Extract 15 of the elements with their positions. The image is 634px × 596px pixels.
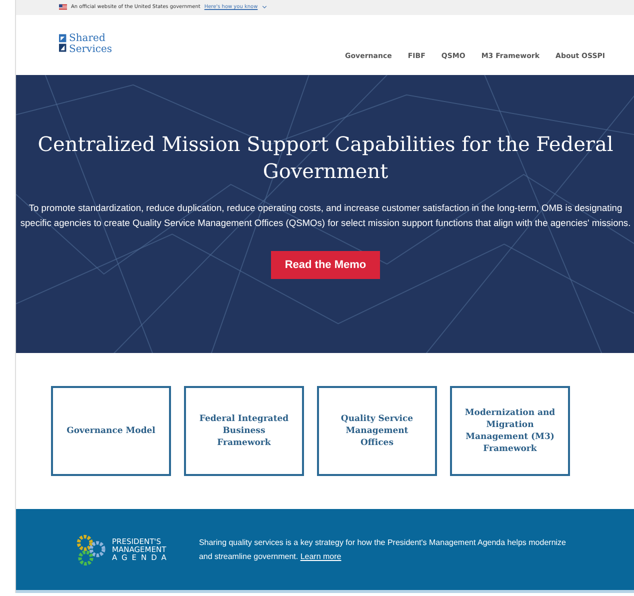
logo-text: Shared: [69, 32, 106, 44]
learn-more-link[interactable]: Learn more: [300, 552, 342, 561]
hero-text: To promote standardization, reduce duplication, reduce operating costs, and increase customer satisfaction in the long-term, OMB is designating specific agencies to create Quality Service Management Offices (QSMOs) for select mission support functions that align with the agencies' missions.: [20, 202, 631, 230]
logo-text: Services: [69, 44, 112, 55]
read-memo-button[interactable]: Read the Memo: [270, 250, 380, 279]
chevron-down-icon: [262, 5, 267, 10]
logo-icon: [59, 32, 67, 53]
card-link[interactable]: Quality Service Management Offices: [317, 386, 437, 476]
hero-title: Centralized Mission Support Capabilities for the Federal Government: [36, 130, 614, 185]
gears-icon: [76, 534, 108, 566]
card-link[interactable]: Governance Model: [51, 386, 171, 476]
card-link[interactable]: Federal Integrated Business Framework: [184, 386, 304, 476]
flag-icon: [59, 4, 67, 10]
card-link[interactable]: Modernization and Migration Management (M3) Framework: [450, 386, 570, 476]
footer-text: Sharing quality services is a key strategy for how the President's Management Agenda helps modernize and streamline government. Learn more: [198, 536, 567, 563]
